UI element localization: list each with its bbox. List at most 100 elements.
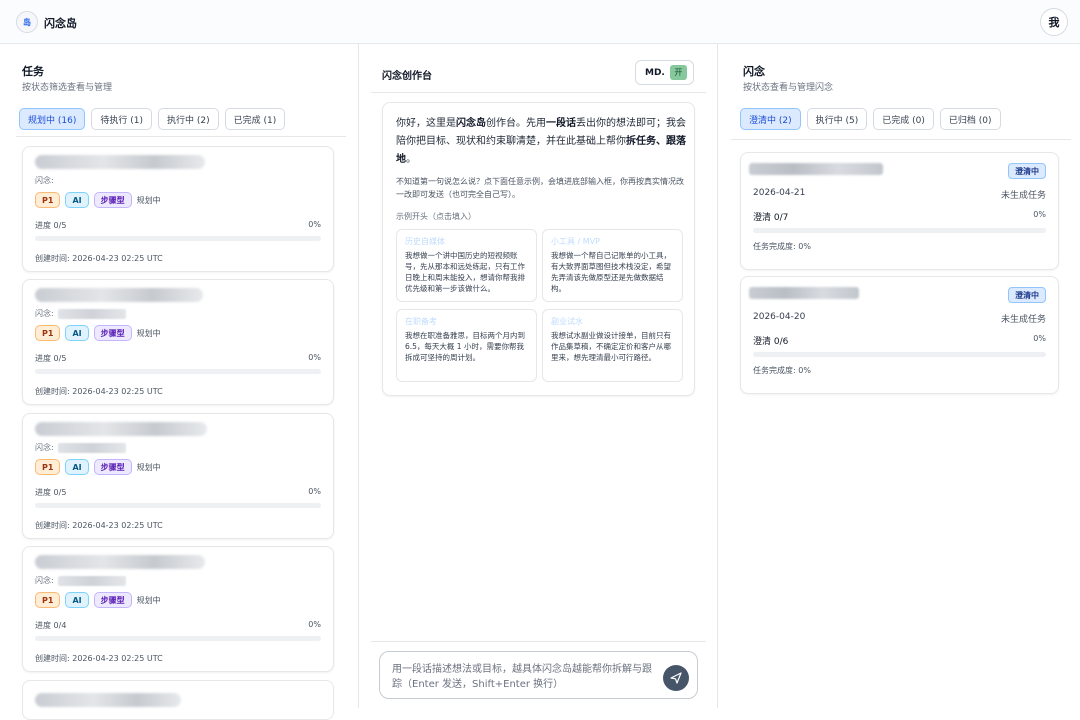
progress-bar — [35, 236, 321, 241]
task-card[interactable]: 闪念: P1 AI 步骤型 规划中 进度 0/5 0% 创建时间: 2026-0… — [22, 279, 334, 405]
task-tags: P1 AI 步骤型 规划中 — [35, 192, 161, 208]
idea-card[interactable]: 澄清中 2026-04-21 未生成任务 澄清 0/7 0% 任务完成度: 0% — [740, 152, 1059, 270]
ideas-panel-subtitle: 按状态查看与管理闪念 — [743, 83, 834, 93]
idea-task-state: 未生成任务 — [1000, 191, 1046, 201]
task-idea-line: 闪念: — [35, 575, 126, 586]
task-tags: P1 AI 步骤型 规划中 — [35, 592, 161, 608]
example-title: 副业试水 — [551, 317, 583, 326]
created-time: 创建时间: 2026-04-23 02:25 UTC — [35, 654, 163, 663]
task-card[interactable]: 闪念: P1 AI 步骤型 规划中 进度 0/5 0% 创建时间: 2026-0… — [22, 413, 334, 539]
clarify-progress-bar — [753, 352, 1046, 357]
progress-bar — [35, 369, 321, 374]
idea-filter-done[interactable]: 已完成 (0) — [873, 108, 934, 130]
priority-tag: P1 — [35, 192, 61, 208]
progress-label: 进度 0/5 — [35, 488, 67, 497]
idea-filter-clarifying[interactable]: 澄清中 (2) — [740, 108, 801, 130]
examples-label: 示例开头（点击填入） — [396, 212, 476, 221]
app-title: 闪念岛 — [44, 17, 77, 30]
idea-status-badge: 澄清中 — [1008, 163, 1046, 179]
task-status: 规划中 — [136, 595, 161, 605]
task-title-redacted — [35, 288, 203, 302]
task-card[interactable]: 闪念: P1 AI 步骤型 规划中 进度 0/5 0% 创建时间: 2026-0… — [22, 146, 334, 272]
task-filter-pending[interactable]: 待执行 (1) — [91, 108, 152, 130]
task-status: 规划中 — [136, 328, 161, 338]
task-filter-done[interactable]: 已完成 (1) — [224, 108, 286, 130]
example-card[interactable]: 在职备考 我想在职准备雅思，目标两个月内到 6.5，每天大概 1 小时，需要你帮… — [396, 309, 537, 382]
clarify-progress-bar — [753, 228, 1046, 233]
idea-filter-running[interactable]: 执行中 (5) — [806, 108, 868, 130]
clarify-percent: 0% — [1033, 334, 1046, 343]
idea-title-redacted — [749, 287, 859, 299]
type-tag: 步骤型 — [93, 325, 132, 341]
message-input[interactable]: 用一段话描述想法或目标，越具体闪念岛越能帮你拆解与跟踪（Enter 发送，Shi… — [379, 651, 698, 699]
input-divider — [371, 641, 706, 642]
send-button[interactable] — [663, 665, 689, 691]
idea-date: 2026-04-21 — [753, 188, 806, 198]
task-filter-tabs: 规划中 (16) 待执行 (1) 执行中 (2) 已完成 (1) — [19, 108, 286, 130]
task-idea-line: 闪念: — [35, 175, 54, 186]
progress-bar — [35, 636, 321, 641]
idea-filter-tabs: 澄清中 (2) 执行中 (5) 已完成 (0) 已归档 (0) — [740, 108, 1001, 130]
task-status: 规划中 — [136, 462, 161, 472]
idea-card[interactable]: 澄清中 2026-04-20 未生成任务 澄清 0/6 0% 任务完成度: 0% — [740, 276, 1059, 394]
task-completion-rate: 任务完成度: 0% — [753, 366, 811, 375]
task-title-redacted — [35, 555, 205, 569]
tasks-panel-subtitle: 按状态筛选查看与管理 — [22, 83, 113, 93]
task-card[interactable]: 闪念: P1 AI 步骤型 规划中 进度 0/4 0% 创建时间: 2026-0… — [22, 546, 334, 672]
progress-percent: 0% — [308, 487, 321, 496]
divider-left — [358, 44, 359, 708]
example-body: 我想试水副业做设计接单，目前只有作品集草稿，不确定定价和客户从哪里来，想先理清最… — [551, 331, 671, 362]
progress-percent: 0% — [308, 220, 321, 229]
progress-label: 进度 0/5 — [35, 354, 67, 363]
task-filter-running[interactable]: 执行中 (2) — [157, 108, 219, 130]
idea-text-redacted — [57, 442, 126, 453]
created-time: 创建时间: 2026-04-23 02:25 UTC — [35, 254, 163, 263]
tasks-panel-title: 任务 — [22, 65, 44, 78]
ai-tag: AI — [65, 459, 89, 475]
hint-text: 不知道第一句说怎么说？点下面任意示例，会填进底部输入框，你再按真实情况改一改即可… — [396, 177, 684, 199]
idea-title-redacted — [749, 163, 883, 175]
tasks-divider — [16, 136, 346, 137]
priority-tag: P1 — [35, 592, 61, 608]
task-status: 规划中 — [136, 195, 161, 205]
type-tag: 步骤型 — [93, 192, 132, 208]
ai-tag: AI — [65, 592, 89, 608]
task-title-redacted — [35, 422, 207, 436]
priority-tag: P1 — [35, 325, 61, 341]
idea-filter-archived[interactable]: 已归档 (0) — [939, 108, 1001, 130]
md-label: MD. — [645, 67, 665, 78]
task-card-partial[interactable] — [22, 680, 334, 720]
clarify-progress-label: 澄清 0/6 — [753, 337, 789, 347]
ideas-panel-title: 闪念 — [743, 65, 765, 78]
markdown-toggle-button[interactable]: MD. 开 — [635, 60, 694, 85]
task-tags: P1 AI 步骤型 规划中 — [35, 325, 161, 341]
created-time: 创建时间: 2026-04-23 02:25 UTC — [35, 521, 163, 530]
progress-label: 进度 0/4 — [35, 621, 67, 630]
app-logo[interactable]: 岛 — [16, 11, 38, 33]
task-idea-line: 闪念: — [35, 442, 126, 453]
created-time: 创建时间: 2026-04-23 02:25 UTC — [35, 387, 163, 396]
idea-status-badge: 澄清中 — [1008, 287, 1046, 303]
task-title-redacted — [35, 693, 181, 707]
task-title-redacted — [35, 155, 205, 169]
idea-prefix: 闪念: — [35, 176, 54, 185]
ideas-divider — [731, 139, 1071, 140]
example-card[interactable]: 副业试水 我想试水副业做设计接单，目前只有作品集草稿，不确定定价和客户从哪里来，… — [542, 309, 683, 382]
top-bar: 岛 闪念岛 我 — [0, 0, 1080, 44]
user-avatar-button[interactable]: 我 — [1040, 8, 1068, 36]
task-filter-planning[interactable]: 规划中 (16) — [19, 108, 86, 130]
example-title: 历史自媒体 — [405, 237, 445, 246]
type-tag: 步骤型 — [93, 459, 132, 475]
example-card[interactable]: 小工具 / MVP 我想做一个帮自己记账单的小工具，有大致界面草图但技术栈没定，… — [542, 229, 683, 302]
example-title: 在职备考 — [405, 317, 437, 326]
ai-tag: AI — [65, 325, 89, 341]
clarify-percent: 0% — [1033, 210, 1046, 219]
example-body: 我想在职准备雅思，目标两个月内到 6.5，每天大概 1 小时，需要你帮我拆成可坚… — [405, 331, 525, 362]
progress-bar — [35, 503, 321, 508]
example-card[interactable]: 历史自媒体 我想做一个讲中国历史的短视频账号，先从那本和远处练起，只有工作日晚上… — [396, 229, 537, 302]
md-toggle-state: 开 — [669, 65, 687, 80]
divider-right — [717, 44, 718, 708]
idea-prefix: 闪念: — [35, 576, 54, 585]
progress-percent: 0% — [308, 353, 321, 362]
priority-tag: P1 — [35, 459, 61, 475]
